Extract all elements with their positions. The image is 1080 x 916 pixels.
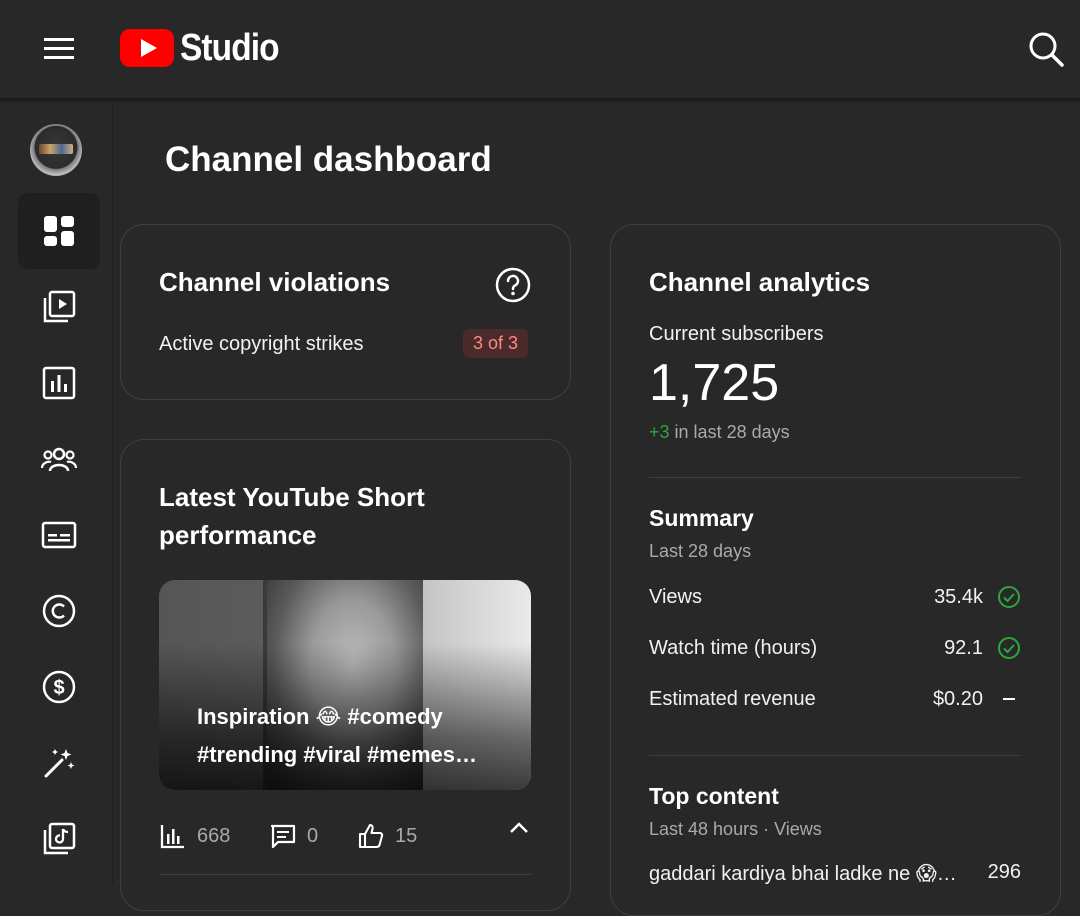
check-circle-icon: [998, 637, 1020, 659]
views-stat: 668: [159, 818, 230, 854]
chevron-up-icon[interactable]: [507, 816, 531, 840]
sidebar-item-earn[interactable]: $: [18, 649, 100, 725]
divider: [649, 477, 1021, 478]
metric-value: 35.4k: [934, 586, 983, 608]
sidebar-item-analytics[interactable]: [18, 345, 100, 421]
bar-chart-icon: [160, 825, 184, 849]
youtube-play-icon: [120, 29, 174, 67]
sidebar-item-audio-library[interactable]: [18, 801, 100, 877]
summary-period: Last 28 days: [649, 541, 752, 561]
sidebar-item-dashboard[interactable]: [18, 193, 100, 269]
short-caption: Inspiration 😂 #comedy #trending #viral #…: [197, 704, 478, 767]
sidebar-item-customization[interactable]: [18, 725, 100, 801]
sidebar-item-copyright[interactable]: [18, 573, 100, 649]
sidebar-item-subtitles[interactable]: [18, 497, 100, 573]
thumbs-up-icon: [358, 823, 384, 849]
app-name: Studio: [180, 26, 280, 69]
comment-icon: [270, 824, 296, 849]
dashboard-icon: [44, 216, 74, 246]
top-content-item-views: 296: [987, 861, 1021, 883]
copyright-icon: [42, 594, 76, 628]
metric-row-views: Views 35.4k: [649, 583, 1021, 613]
community-icon: [41, 447, 77, 472]
subtitles-icon: [41, 521, 77, 549]
copyright-strikes-label: Active copyright strikes: [159, 333, 364, 355]
metric-value: 92.1: [944, 637, 983, 659]
comments-stat: 0: [269, 818, 318, 854]
check-circle-icon: [998, 586, 1020, 608]
top-content-period: Last 48 hours · Views: [649, 819, 822, 839]
likes-count: 15: [395, 824, 418, 847]
metric-label: Watch time (hours): [649, 637, 818, 659]
channel-analytics-card: Channel analytics Current subscribers 1,…: [610, 224, 1061, 916]
metric-label: Views: [649, 586, 702, 608]
metric-row-watch-time: Watch time (hours) 92.1: [649, 634, 1021, 664]
latest-short-title: Latest YouTube Short performance: [159, 482, 425, 550]
top-content-item-title: gaddari kardiya bhai ladke ne 😱…: [649, 863, 957, 885]
channel-avatar[interactable]: [30, 124, 82, 176]
page-title: Channel dashboard: [165, 140, 492, 179]
top-content-title: Top content: [649, 783, 779, 809]
analytics-title: Channel analytics: [649, 267, 871, 297]
content-icon: [43, 290, 76, 323]
sidebar-item-content[interactable]: [18, 269, 100, 345]
hamburger-menu-icon[interactable]: [38, 30, 80, 66]
audio-library-icon: [43, 822, 76, 855]
youtube-studio-logo[interactable]: Studio: [120, 26, 292, 70]
violations-title: Channel violations: [159, 267, 391, 297]
strikes-badge: 3 of 3: [463, 329, 529, 358]
analytics-icon: [42, 366, 76, 400]
likes-stat: 15: [357, 818, 417, 854]
views-count: 668: [197, 824, 231, 847]
divider: [159, 874, 531, 875]
subscribers-label: Current subscribers: [649, 323, 824, 345]
subscribers-count: 1,725: [649, 354, 780, 412]
latest-short-card: Latest YouTube Short performance Inspira…: [120, 439, 571, 911]
subscribers-change: +3 in last 28 days: [649, 422, 790, 443]
metric-row-revenue: Estimated revenue $0.20: [649, 685, 1021, 715]
help-icon[interactable]: [494, 266, 532, 304]
dash-icon: [1003, 698, 1015, 700]
summary-title: Summary: [649, 505, 754, 531]
channel-violations-card: Channel violations Active copyright stri…: [120, 224, 571, 400]
top-app-bar: Studio: [0, 0, 1080, 99]
divider: [649, 755, 1021, 756]
svg-text:$: $: [53, 677, 64, 699]
short-stats: 668 0 15: [159, 818, 531, 854]
short-thumbnail[interactable]: Inspiration 😂 #comedy #trending #viral #…: [159, 580, 531, 790]
search-icon[interactable]: [1025, 28, 1067, 70]
magic-wand-icon: [44, 749, 75, 778]
sidebar-item-community[interactable]: [18, 421, 100, 497]
metric-label: Estimated revenue: [649, 688, 816, 710]
metric-value: $0.20: [932, 688, 983, 710]
comments-count: 0: [307, 824, 319, 847]
subscribers-change-period: in last 28 days: [674, 422, 790, 442]
earn-icon: $: [42, 670, 76, 704]
subscribers-change-value: +3: [649, 422, 670, 442]
